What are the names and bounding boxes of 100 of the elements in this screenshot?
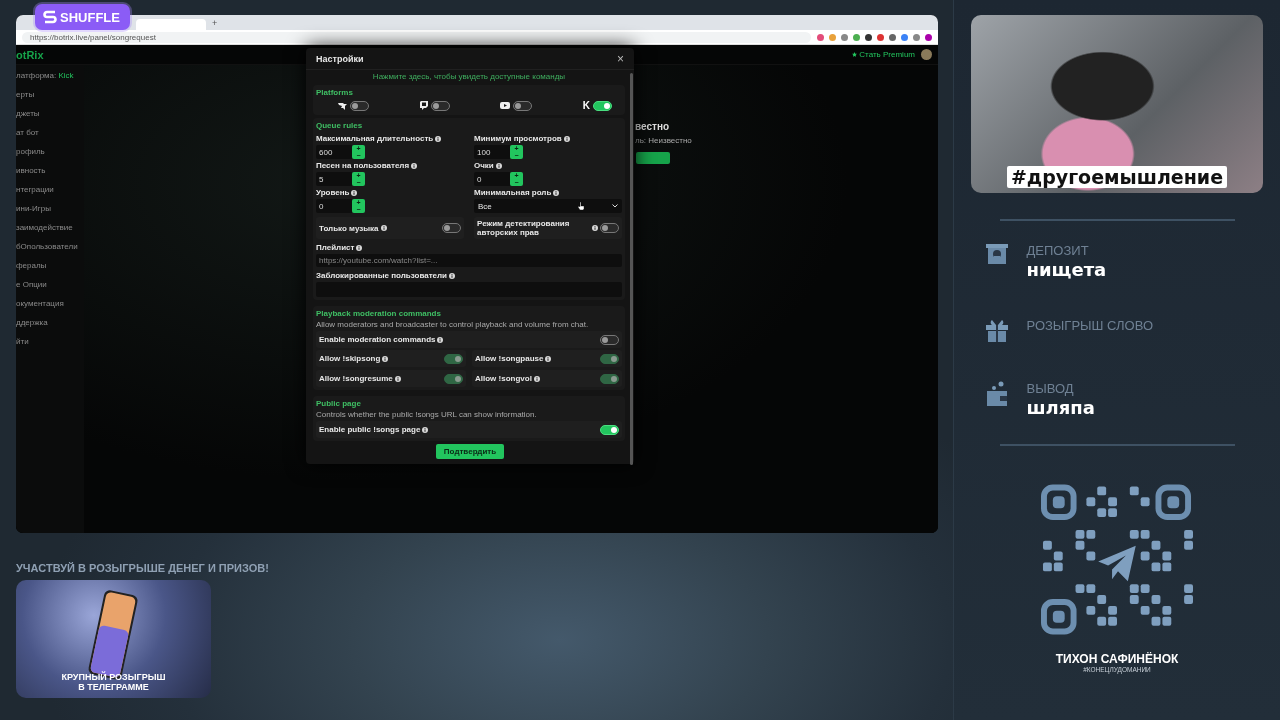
stat-value: шляпа [1026,397,1095,418]
section-title: Public page [316,399,362,408]
premium-link[interactable]: Стать Premium [852,50,915,59]
cash-machine-icon [984,243,1009,265]
toggle-switch[interactable] [600,424,619,435]
hand-cursor-icon [578,202,584,210]
star-icon [852,52,858,57]
stat-label: ДЕПОЗИТ [1026,243,1090,258]
sidebar-item[interactable]: окументация [16,299,84,308]
sidebar-item[interactable]: заимодействие [16,223,84,232]
bird-icon [338,101,347,110]
info-icon [394,375,401,382]
field-label: Заблокированные пользователи [316,271,447,280]
number-field[interactable]: 600 [316,145,352,159]
sidebar-item[interactable]: рофиль [16,147,84,156]
sidebar-item[interactable]: латформа: Kick [16,71,84,80]
new-tab-button[interactable]: + [212,17,218,28]
field-label: Песен на пользователя [316,161,410,170]
field-label: Минимум просмотров [474,134,562,143]
sidebar-item[interactable]: е Опции [16,280,84,289]
section-description: Allow moderators and broadcaster to control playback and volume from chat. [316,320,590,329]
sidebar-item[interactable]: фералы [16,261,84,270]
promo-caption: КРУПНЫЙ РОЗЫГРЫШ В ТЕЛЕГРАММЕ [61,672,166,692]
scrollbar[interactable] [630,73,633,465]
number-field[interactable]: 100 [474,145,510,159]
sidebar-item[interactable]: ат бот [16,128,84,137]
setting-label: Только музыка [319,223,379,233]
toggle-switch[interactable] [600,223,619,233]
field-label: Максимальная длительность [316,134,434,143]
close-button[interactable]: × [617,51,624,66]
confirm-button[interactable]: Подтвердить [435,444,505,459]
toggle-switch[interactable] [513,100,533,111]
stat-value: нищета [1026,259,1107,280]
info-icon [495,162,502,169]
play-button-icon [500,102,511,109]
number-field[interactable]: 0 [316,199,352,213]
role-dropdown[interactable]: Все [474,199,622,213]
toggle-switch[interactable] [600,334,619,345]
info-icon [592,225,598,231]
sidebar-item[interactable]: нтеграции [16,185,84,194]
toggle-switch[interactable] [430,100,450,111]
sidebar-item[interactable]: ини-Игры [16,204,84,213]
field-label: Уровень [316,188,350,197]
page-title: вестно [635,121,670,132]
promo-card[interactable]: КРУПНЫЙ РОЗЫГРЫШ В ТЕЛЕГРАММЕ [16,580,211,698]
info-icon [380,225,387,231]
qr-owner-name: ТИХОН САФИНЁНОК [1055,652,1179,666]
s-logo-icon [43,9,57,25]
setting-label: Allow !songvol [475,374,532,383]
stat-label: ВЫВОД [1026,381,1075,396]
info-icon [382,355,389,362]
sidebar-item[interactable]: бОпользователи [16,242,84,251]
wallet-icon [984,381,1009,407]
section-title: Playback moderation commands [316,309,442,318]
sidebar-item[interactable]: ерты [16,90,84,99]
sidebar-item[interactable]: йти [16,337,84,346]
sidebar-item[interactable]: ддержка [16,318,84,327]
app-logo: otRix [16,48,44,61]
field-label: Очки [474,161,494,170]
page-text: ль: Неизвестно [635,136,692,145]
commands-link[interactable]: Нажмите здесь, чтобы увидеть доступные команды [372,72,566,82]
qr-code-drawing[interactable] [1041,483,1193,638]
setting-label: Режим детектирования авторских прав [477,219,571,237]
info-icon [435,135,442,142]
kick-logo: K [582,100,590,111]
promo-heading: УЧАСТВУЙ В РОЗЫГРЫШЕ ДЕНЕГ И ПРИЗОВ! [16,562,270,574]
sidebar-item[interactable]: ивность [16,166,84,175]
gift-icon [984,318,1009,342]
sidebar-item[interactable]: джеты [16,109,84,118]
number-field[interactable]: 5 [316,172,352,186]
info-icon [563,135,570,142]
info-icon [545,355,552,362]
url-field[interactable]: https://botrix.live/panel/songrequest [22,31,811,43]
banner-caption: #другоемышление [1006,166,1228,188]
shuffle-logo-badge[interactable]: SHUFFLE [35,4,130,30]
field-label: Минимальная роль [474,188,552,197]
setting-label: Allow !songresume [319,374,393,383]
toggle-switch[interactable] [350,100,369,111]
section-title: Queue rules [316,121,364,130]
number-field[interactable]: 0 [474,172,510,186]
playlist-input[interactable]: https://youtube.com/watch?list=... [316,254,622,267]
info-icon [553,189,560,196]
avatar-circle[interactable] [921,49,932,60]
info-icon [356,244,363,251]
info-icon [449,272,455,279]
field-label: Плейлист [316,243,355,252]
info-icon [533,375,540,382]
info-icon [422,426,429,433]
stat-label: РОЗЫГРЫШ СЛОВО [1026,318,1154,333]
info-icon [351,189,358,196]
info-icon [411,162,418,169]
setting-label: Enable moderation commands [319,335,436,344]
info-icon [437,336,444,343]
chevron-down-icon [612,204,618,208]
chat-bubble-icon [419,101,428,110]
section-title: Platforms [316,88,354,97]
toggle-switch[interactable] [442,223,461,233]
toggle-switch[interactable] [592,100,612,111]
dialog-title: Настройки [316,53,364,64]
setting-label: Allow !songpause [475,354,544,363]
